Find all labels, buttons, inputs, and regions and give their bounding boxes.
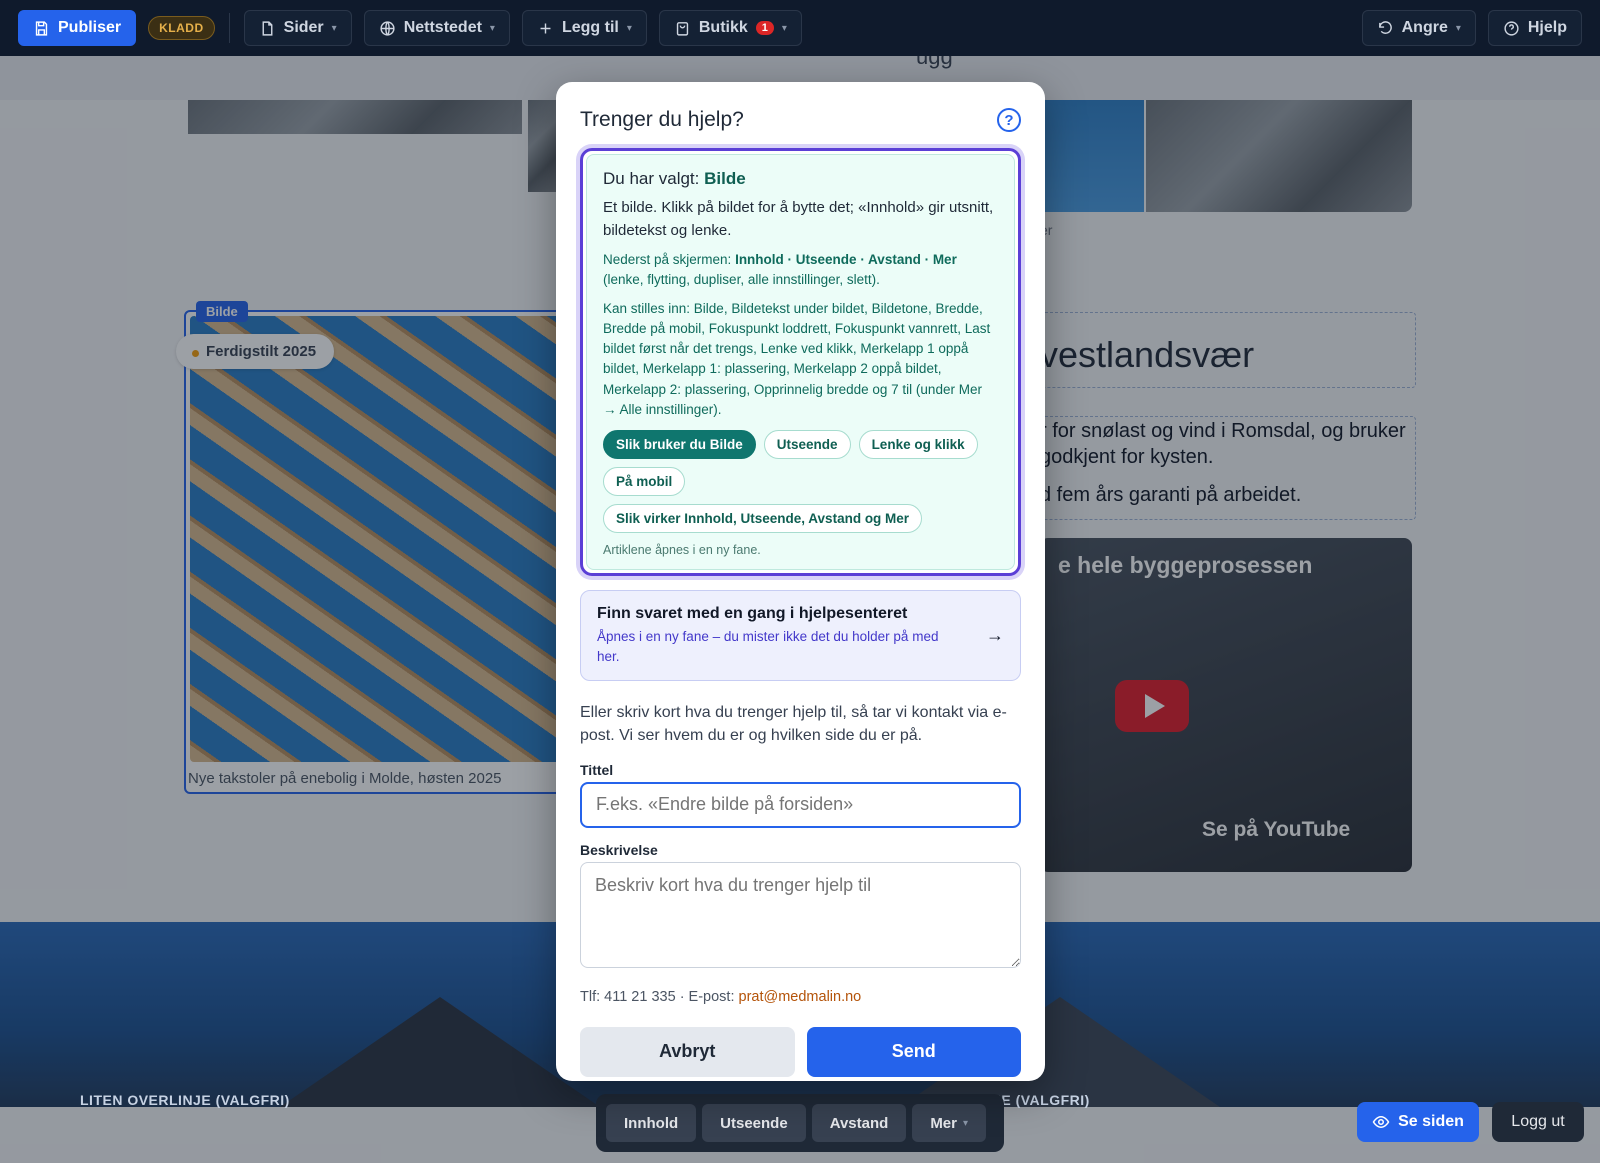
view-site-label: Se siden [1398,1113,1464,1130]
shop-menu-button[interactable]: Butikk 1 ▾ [658,10,802,46]
cancel-button[interactable]: Avbryt [580,1026,795,1077]
pages-menu-button[interactable]: Sider ▾ [243,10,352,46]
help-label: Hjelp [1527,19,1567,36]
contact-prefix: Tlf: 411 21 335 · E-post: [580,988,739,1005]
pages-label: Sider [283,19,324,36]
add-label: Legg til [561,19,619,36]
settings-list: Kan stilles inn: Bilde, Bildetekst under… [603,300,991,417]
content-tab-button[interactable]: Innhold [606,1104,697,1142]
article-chips: Slik bruker du Bilde Utseende Lenke og k… [603,430,998,533]
article-chip-link-click[interactable]: Lenke og klikk [858,430,978,459]
save-icon [35,20,48,36]
description-field-label: Beskrivelse [580,841,658,858]
help-center-title: Finn svaret med en gang i hjelpesenteret [597,605,908,622]
publish-label: Publiser [58,19,122,36]
new-tab-note: Artiklene åpnes i en ny fane. [603,543,761,557]
selection-prefix: Du har valgt: [603,169,705,188]
undo-button[interactable]: Angre ▾ [1361,10,1476,46]
chevron-down-icon: ▾ [963,1117,969,1129]
appearance-tab-button[interactable]: Utseende [702,1104,806,1142]
logout-button[interactable]: Logg ut [1492,1102,1584,1142]
chevron-down-icon: ▾ [781,22,787,34]
shop-count-badge: 1 [755,21,774,35]
help-circle-icon [1504,20,1519,36]
help-button[interactable]: Hjelp [1487,10,1582,46]
block-action-bar: Innhold Utseende Avstand Mer ▾ [596,1094,1004,1152]
publish-button[interactable]: Publiser [18,10,137,46]
undo-label: Angre [1401,19,1448,36]
title-field-label: Tittel [580,761,614,778]
chevron-down-icon: ▾ [626,22,632,34]
help-dialog: Trenger du hjelp? ? Du har valgt: Bilde … [556,82,1045,1081]
dialog-header: Trenger du hjelp? ? [580,108,1021,132]
plus-icon [540,23,551,33]
question-icon[interactable]: ? [997,108,1021,132]
add-menu-button[interactable]: Legg til ▾ [521,10,647,46]
divider [228,13,230,43]
selection-heading: Du har valgt: Bilde [603,169,998,189]
dialog-actions: Avbryt Send [580,1026,1021,1077]
top-toolbar: Publiser KLADD Sider ▾ Nettstedet ▾ Legg… [0,0,1600,56]
more-label: Mer [930,1114,957,1132]
title-input[interactable] [580,781,1021,828]
eye-icon [1372,1115,1390,1129]
article-chip-toolbar-guide[interactable]: Slik virker Innhold, Utseende, Avstand o… [603,504,923,533]
email-link[interactable]: prat@medmalin.no [739,989,862,1005]
article-chip-appearance[interactable]: Utseende [763,430,851,459]
article-chip-how-to-use[interactable]: Slik bruker du Bilde [603,430,756,459]
shop-label: Butikk [698,19,748,36]
site-label: Nettstedet [403,19,482,36]
selection-name: Bilde [704,169,746,188]
undo-icon [1378,20,1392,34]
contact-info: Tlf: 411 21 335 · E-post: prat@medmalin.… [580,989,1021,1005]
chevron-down-icon: ▾ [331,22,337,34]
topbar-right-group: Angre ▾ Hjelp [1361,10,1582,46]
arrow-right-icon: → [986,625,1004,646]
bottom-hint-items: Innhold · Utseende · Avstand · Mer [735,252,957,267]
article-chip-mobile[interactable]: På mobil [603,467,686,496]
help-center-link[interactable]: Finn svaret med en gang i hjelpesenteret… [580,590,1021,682]
selection-description: Et bilde. Klikk på bildet for å bytte de… [603,199,994,239]
chevron-down-icon: ▾ [489,22,495,34]
selection-info-content: Du har valgt: Bilde Et bilde. Klikk på b… [586,154,1015,570]
contact-intro: Eller skriv kort hva du trenger hjelp ti… [580,704,1007,745]
draft-badge: KLADD [148,16,215,40]
selection-info-panel: Du har valgt: Bilde Et bilde. Klikk på b… [580,148,1021,576]
hero-overline: LITEN OVERLINJE (VALGFRI) [80,1092,290,1108]
more-menu-button[interactable]: Mer ▾ [912,1104,987,1142]
globe-icon [380,20,395,36]
description-textarea[interactable] [580,861,1021,968]
bottom-hint-suffix: (lenke, flytting, dupliser, alle innstil… [603,272,880,288]
help-center-text: Finn svaret med en gang i hjelpesenteret… [597,605,957,666]
help-center-subtitle: Åpnes i en ny fane – du mister ikke det … [597,629,939,664]
view-site-button[interactable]: Se siden [1357,1102,1479,1142]
site-menu-button[interactable]: Nettstedet ▾ [363,10,510,46]
page-icon [262,20,273,36]
chevron-down-icon: ▾ [1455,22,1461,34]
spacing-tab-button[interactable]: Avstand [811,1104,907,1142]
shop-bag-icon [676,21,689,36]
dialog-title: Trenger du hjelp? [580,108,744,131]
bottom-hint-prefix: Nederst på skjermen: [603,252,736,267]
send-button[interactable]: Send [806,1026,1021,1077]
bottom-toolbar-hint: Nederst på skjermen: Innhold · Utseende … [603,250,998,291]
